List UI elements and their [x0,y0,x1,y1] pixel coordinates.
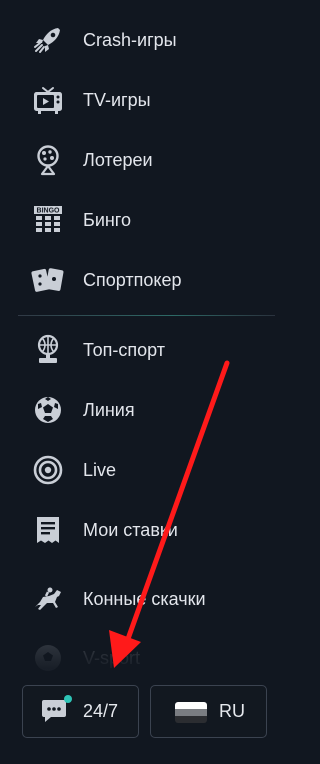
lottery-icon [31,144,65,176]
language-button[interactable]: RU [150,685,267,738]
menu-item-label: Crash-игры [83,29,177,50]
menu-item-bingo[interactable]: BINGO Бинго [0,198,293,242]
v-sport-icon [31,642,65,674]
menu-item-label: Мои ставки [83,519,178,540]
bingo-icon: BINGO [31,204,65,236]
live-icon [31,454,65,486]
menu-item-my-bets[interactable]: Мои ставки [0,508,293,552]
menu-item-label: Конные скачки [83,588,206,609]
menu-item-line[interactable]: Линия [0,388,293,432]
menu-item-tv-games[interactable]: TV-игры [0,78,293,122]
menu-item-label: V-sport [83,647,141,668]
receipt-icon [31,514,65,546]
menu-item-lotteries[interactable]: Лотереи [0,138,293,182]
online-indicator [64,695,72,703]
menu-divider [18,315,275,316]
menu-item-horse-racing[interactable]: Конные скачки [0,577,293,621]
flag-ru-icon [175,702,207,723]
language-label: RU [219,701,245,721]
menu-item-live[interactable]: Live [0,448,293,492]
horse-racing-icon [31,583,65,615]
menu-item-crash-games[interactable]: Crash-игры [0,18,293,62]
trophy-icon [31,334,65,366]
svg-text:BINGO: BINGO [37,208,61,215]
menu-item-label: Линия [83,399,135,420]
menu-item-label: Бинго [83,209,131,230]
menu-item-label: TV-игры [83,89,151,110]
menu-item-v-sport[interactable]: V-sport [0,636,293,680]
support-label: 24/7 [83,701,119,721]
cards-icon [31,264,65,296]
menu-item-top-sport[interactable]: Топ-спорт [0,328,293,372]
menu-item-label: Live [83,459,117,480]
menu-item-label: Лотереи [83,149,153,170]
rocket-icon [31,24,65,56]
menu-item-label: Спортпокер [83,269,182,290]
menu-item-sportpoker[interactable]: Спортпокер [0,258,293,302]
tv-icon [31,84,65,116]
soccer-ball-icon [31,394,65,426]
menu-item-label: Топ-спорт [83,339,165,360]
support-button[interactable]: 24/7 [22,685,139,738]
